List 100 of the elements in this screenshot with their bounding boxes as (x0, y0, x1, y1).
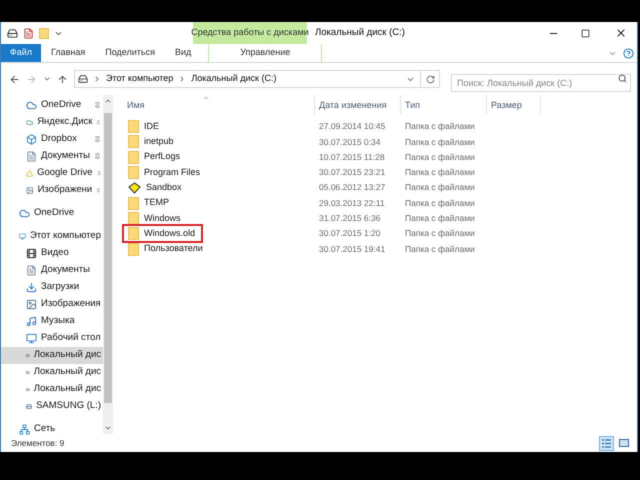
details-view-button[interactable] (599, 436, 614, 450)
ribbon-tab[interactable]: Вид (164, 44, 202, 62)
date-cell-text: 29.03.2013 22:11 (318, 196, 386, 210)
cloud-icon (26, 100, 37, 111)
nav-item[interactable]: Загрузки (1, 279, 103, 296)
computer-icon (19, 231, 26, 242)
film-icon (26, 248, 37, 259)
recent-icon[interactable] (43, 75, 51, 83)
nav-label: OneDrive (41, 98, 82, 112)
help-icon[interactable] (623, 48, 634, 58)
maximize-icon[interactable] (581, 28, 590, 38)
nav-item[interactable]: SAMSUNG (L:) (1, 398, 103, 415)
nav-item[interactable]: Музыка (1, 313, 103, 330)
nav-item[interactable]: Локальный дис (1, 347, 103, 364)
nav-item[interactable]: Dropbox (1, 131, 103, 148)
type-cell-text: Папка с файлами (404, 227, 476, 240)
cloud-icon (26, 117, 34, 128)
nav-item[interactable]: Изображения (1, 296, 103, 313)
nav-item[interactable]: Google Drive (1, 165, 103, 182)
nav-label: Локальный дис (34, 365, 101, 380)
file-name-cell[interactable]: Windows.old (124, 226, 202, 242)
monitor-icon (26, 333, 37, 344)
file-name-cell[interactable]: Program Files (127, 165, 206, 180)
properties-icon[interactable] (23, 28, 34, 38)
column-header[interactable]: Размер (487, 95, 541, 114)
nav-item[interactable]: Документы (1, 262, 103, 279)
file-name-cell[interactable]: Windows (127, 210, 187, 226)
network-icon (19, 424, 30, 435)
document-icon (26, 265, 37, 276)
document-icon (26, 151, 37, 162)
column-header[interactable]: Имя (127, 95, 315, 114)
nav-item[interactable]: Изображени (1, 182, 103, 199)
music-note-icon (26, 316, 37, 327)
separator-icon (93, 75, 101, 83)
nav-label: Сеть (34, 422, 56, 436)
close-icon[interactable] (615, 27, 627, 39)
folder-icon (128, 212, 139, 225)
nav-item[interactable]: Рабочий стол (1, 330, 103, 347)
scroll-up-icon[interactable] (104, 97, 112, 105)
nav-item[interactable]: Этот компьютер (1, 228, 103, 245)
scrollbar[interactable] (103, 95, 113, 434)
picture-icon (26, 185, 34, 196)
back-icon[interactable] (9, 74, 20, 84)
breadcrumb[interactable]: Локальный диск (C:) (191, 72, 276, 86)
date-cell-text: 31.07.2015 6:36 (318, 212, 382, 225)
type-cell-text: Папка с файлами (404, 150, 476, 164)
date-cell-text: 30.07.2015 19:41 (318, 242, 386, 256)
address-bar[interactable]: Этот компьютер Локальный диск (C:) (74, 70, 440, 88)
nav-item[interactable]: Сеть (1, 421, 103, 438)
nav-item[interactable]: Локальный дис (1, 381, 103, 398)
nav-item[interactable]: Документы (1, 148, 103, 165)
nav-label: OneDrive (34, 206, 76, 220)
nav-label: Загрузки (41, 280, 80, 294)
nav-label: Документы (41, 149, 90, 164)
nav-label: Локальный дис (34, 382, 101, 396)
folder-icon (128, 135, 139, 148)
date-cell-text: 05.06.2012 13:27 (318, 181, 386, 194)
file-name-cell[interactable]: TEMP (127, 196, 176, 211)
ribbon-tab[interactable]: Управление (208, 44, 322, 62)
file-name-cell[interactable]: Пользователи (127, 242, 209, 257)
pin-icon (94, 153, 101, 160)
breadcrumb[interactable]: Этот компьютер (106, 72, 174, 86)
ribbon-tab[interactable]: Поделиться (95, 44, 165, 62)
nav-item[interactable]: Яндекс.Диск (1, 114, 103, 131)
column-header[interactable]: Тип (401, 95, 487, 114)
pin-icon (96, 187, 101, 194)
type-cell-text: Папка с файлами (404, 212, 476, 225)
file-name-cell[interactable]: IDE (127, 119, 166, 134)
nav-label: Видео (41, 246, 70, 260)
file-name-cell[interactable]: Sandbox (127, 180, 188, 196)
item-count: Элементов: 9 (11, 436, 66, 450)
scroll-down-icon[interactable] (104, 424, 112, 432)
ribbon-tab[interactable]: Главная (41, 44, 96, 62)
cloud-icon (19, 208, 30, 219)
nav-item[interactable]: OneDrive (1, 205, 103, 222)
pin-icon (94, 102, 101, 109)
nav-item[interactable]: OneDrive (1, 97, 103, 114)
file-name-cell[interactable]: PerfLogs (127, 150, 186, 165)
up-icon[interactable] (57, 74, 68, 84)
type-cell-text: Папка с файлами (404, 181, 476, 194)
column-header[interactable]: Дата изменения (315, 95, 401, 114)
folder-icon (128, 242, 139, 256)
date-cell-text: 30.07.2015 0:34 (318, 136, 382, 148)
search-icon (618, 74, 627, 83)
file-tab[interactable]: Файл (1, 44, 41, 62)
search-field[interactable]: Поиск: Локальный диск (C:) (451, 74, 631, 92)
nav-label: Локальный дис (34, 348, 101, 362)
nav-label: Изображени (38, 183, 92, 198)
type-cell-text: Папка с файлами (404, 136, 476, 148)
box-icon (26, 134, 37, 145)
folder-icon (128, 166, 139, 180)
nav-label: Google Drive (37, 166, 93, 180)
file-name-cell[interactable]: inetpub (127, 134, 180, 150)
nav-item[interactable]: Видео (1, 245, 103, 262)
refresh-icon[interactable] (426, 74, 435, 84)
nav-item[interactable]: Локальный дис (1, 364, 103, 381)
date-cell-text: 27.09.2014 10:45 (318, 120, 386, 134)
folder-icon (128, 150, 139, 164)
thumbnail-icon (618, 439, 628, 447)
type-cell-text: Папка с файлами (404, 120, 476, 134)
